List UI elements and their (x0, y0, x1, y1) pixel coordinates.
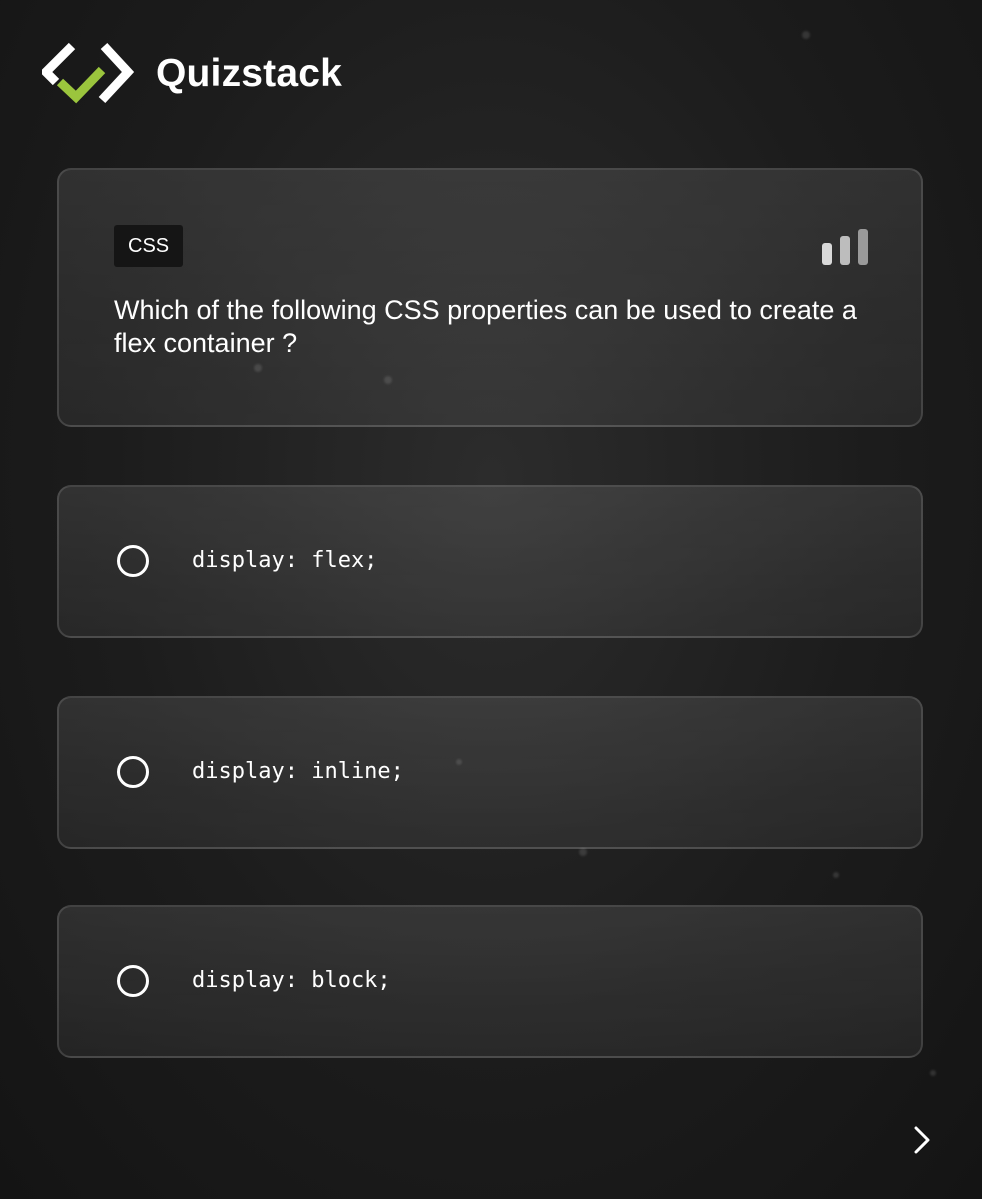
radio-button[interactable] (117, 965, 149, 997)
background-speck (930, 1070, 936, 1076)
option-label: display: block; (192, 968, 391, 993)
category-tag: CSS (114, 225, 184, 267)
check-brackets-logo-icon (42, 42, 134, 104)
answer-option-2[interactable]: display: inline; (57, 696, 923, 849)
answer-option-3[interactable]: display: block; (57, 905, 923, 1058)
question-card: CSS Which of the following CSS propertie… (57, 168, 923, 427)
radio-button[interactable] (117, 545, 149, 577)
background-speck (579, 848, 587, 856)
signal-bars-icon (822, 229, 868, 265)
app-title: Quizstack (156, 52, 343, 95)
app-header: Quizstack (42, 42, 342, 106)
background-speck (802, 31, 810, 39)
option-label: display: inline; (192, 759, 404, 784)
next-button[interactable] (900, 1118, 944, 1162)
background-speck (833, 872, 839, 878)
option-label: display: flex; (192, 548, 378, 573)
answer-option-1[interactable]: display: flex; (57, 485, 923, 638)
chevron-right-icon (914, 1126, 930, 1154)
radio-button[interactable] (117, 756, 149, 788)
question-text: Which of the following CSS properties ca… (114, 295, 857, 358)
